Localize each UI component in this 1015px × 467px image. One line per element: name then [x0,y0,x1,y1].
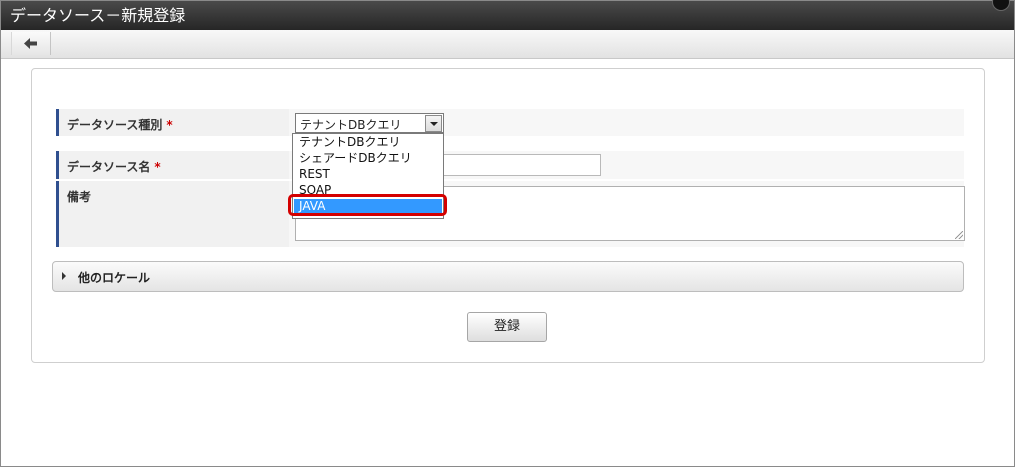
arrow-left-icon [24,38,37,49]
select-value: テナントDBクエリ [300,118,402,132]
app-window: データソース－新規登録 データソース種別 * テナントDBクエリ データソース名… [0,0,1015,467]
register-button[interactable]: 登録 [467,312,547,342]
name-label: データソース名 [67,160,151,174]
note-label-cell: 備考 [56,181,289,247]
datasource-type-select[interactable]: テナントDBクエリ [295,113,444,133]
highlight-box [288,194,447,216]
dropdown-option-shared-db[interactable]: シェアードDBクエリ [294,151,442,166]
type-row: データソース種別 * テナントDBクエリ [56,109,964,136]
other-locale-label: 他のロケール [78,271,151,285]
required-mark: * [166,118,173,132]
other-locale-toggle[interactable]: 他のロケール [52,261,964,292]
chevron-down-icon[interactable] [425,115,442,132]
caret-right-icon [62,272,66,280]
type-label: データソース種別 [67,118,163,132]
type-label-cell: データソース種別 * [56,109,289,136]
dropdown-option-tenant-db[interactable]: テナントDBクエリ [294,135,442,150]
toolbar [1,30,1014,59]
resize-grip-icon[interactable] [955,231,963,239]
window-corner-button[interactable] [992,0,1010,11]
form-panel: データソース種別 * テナントDBクエリ データソース名 * 備考 他のロケール… [31,68,985,363]
dropdown-option-rest[interactable]: REST [294,167,442,182]
window-title: データソース－新規登録 [10,6,186,25]
note-row: 備考 [56,181,965,247]
name-row: データソース名 * [56,151,964,179]
required-mark: * [154,160,161,174]
title-bar: データソース－新規登録 [1,0,1014,30]
back-button[interactable] [11,32,51,55]
name-label-cell: データソース名 * [56,151,289,179]
note-label: 備考 [67,190,92,204]
type-value-cell: テナントDBクエリ [289,109,964,136]
